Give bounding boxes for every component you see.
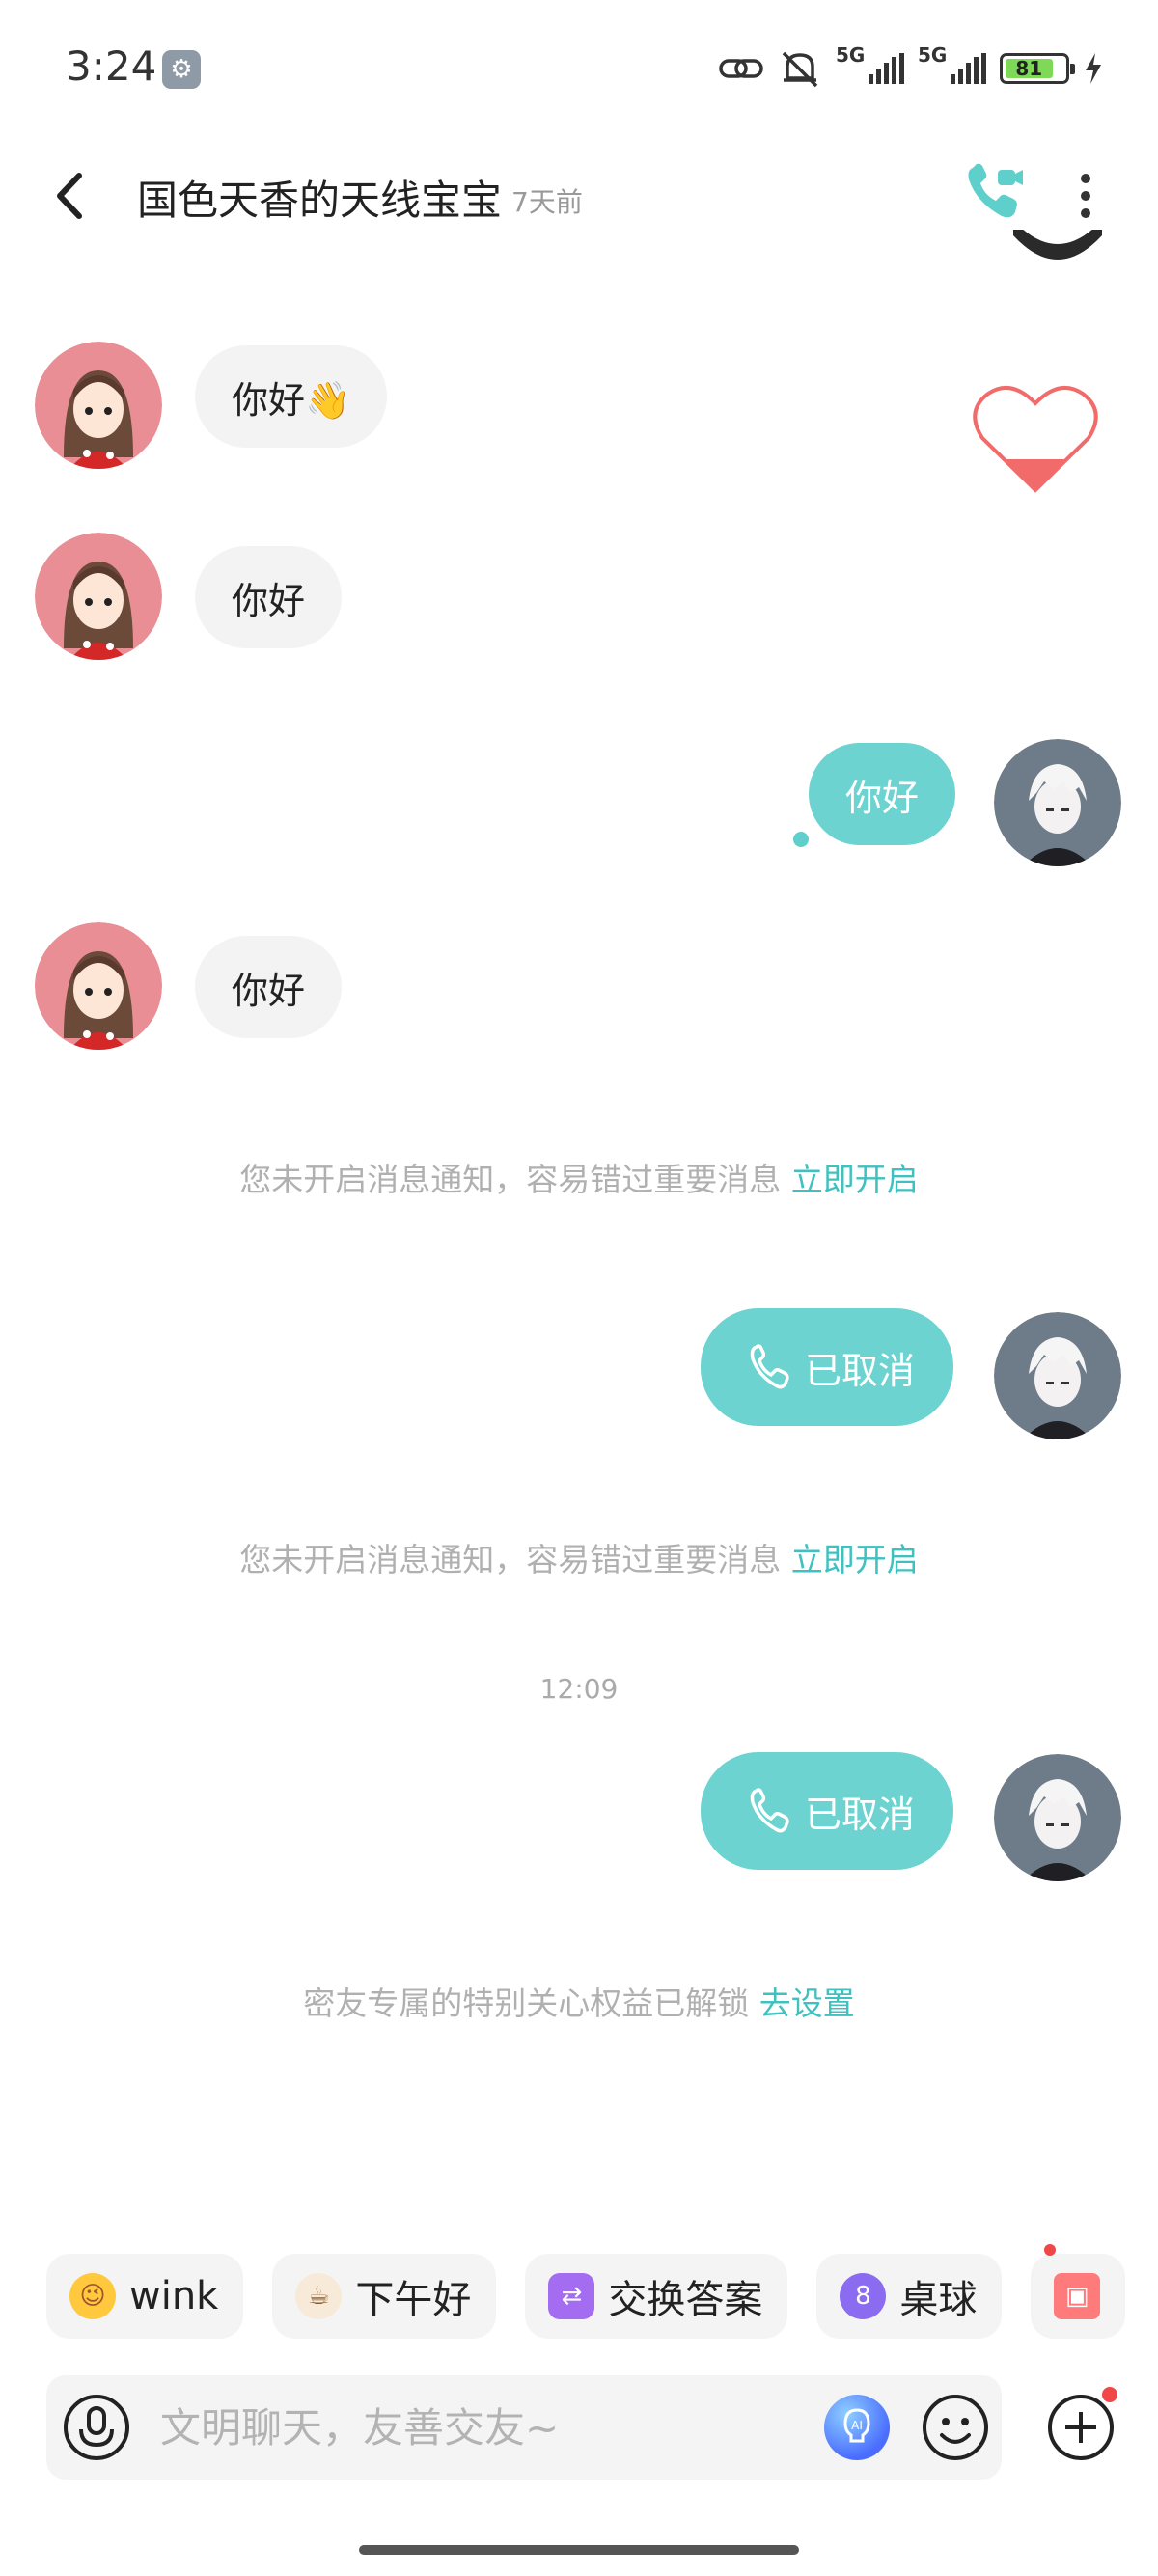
notice-text: 您未开启消息通知，容易错过重要消息 — [239, 1541, 782, 1578]
status-icons: 5G 5G 81 — [718, 43, 1104, 91]
chip-good-afternoon[interactable]: ☕ 下午好 — [272, 2254, 497, 2339]
ai-assistant-icon[interactable]: AI — [824, 2395, 890, 2460]
chip-label: 交换答案 — [608, 2278, 763, 2322]
my-avatar[interactable] — [994, 739, 1121, 866]
more-options-button[interactable] — [1062, 164, 1110, 228]
chip-label: 桌球 — [899, 2278, 978, 2322]
notice-text: 您未开启消息通知，容易错过重要消息 — [239, 1161, 782, 1198]
chat-title: 国色天香的天线宝宝 — [137, 177, 503, 224]
message-text: 你好 — [845, 776, 920, 819]
status-bar: 3:24 ⚙ 5G 5G 81 — [0, 0, 1158, 135]
message-text: 你好 — [232, 969, 306, 1012]
message-bubble-incoming[interactable]: 你好 — [195, 546, 343, 648]
contact-avatar[interactable] — [35, 922, 162, 1050]
message-input[interactable] — [160, 2395, 836, 2460]
notification-notice: 您未开启消息通知，容易错过重要消息 立即开启 — [0, 1154, 1158, 1200]
signal-1-icon: 5G — [836, 43, 904, 84]
wink-emoji-icon: 😉 — [69, 2273, 116, 2319]
enable-notification-link[interactable]: 立即开启 — [791, 1541, 919, 1578]
message-bubble-incoming[interactable]: 你好👋 — [195, 345, 388, 448]
home-indicator[interactable] — [359, 2545, 799, 2555]
mute-icon — [782, 51, 818, 88]
link-icon — [719, 59, 763, 78]
message-timestamp: 12:09 — [539, 1673, 619, 1705]
new-badge-dot — [1102, 2387, 1117, 2402]
message-input-bar: AI — [46, 2375, 1002, 2480]
emoji-icon[interactable] — [921, 2393, 990, 2462]
unread-indicator — [793, 832, 809, 847]
wrench-icon: ⚙ — [162, 50, 201, 89]
notification-notice: 您未开启消息通知，容易错过重要消息 立即开启 — [0, 1534, 1158, 1580]
call-status: 已取消 — [805, 1349, 916, 1392]
chip-billiards[interactable]: 8 桌球 — [816, 2254, 1003, 2339]
new-badge-dot — [1044, 2244, 1056, 2256]
coffee-icon: ☕ — [295, 2273, 343, 2319]
privilege-notice: 密友专属的特别关心权益已解锁 去设置 — [0, 1978, 1158, 2024]
voice-input-icon[interactable] — [62, 2393, 131, 2462]
call-status: 已取消 — [805, 1793, 916, 1836]
contact-avatar[interactable] — [35, 342, 162, 469]
call-record-bubble[interactable]: 已取消 — [701, 1308, 954, 1426]
last-seen: 7天前 — [511, 186, 583, 218]
intimacy-heart-icon[interactable] — [973, 382, 1098, 496]
enable-notification-link[interactable]: 立即开启 — [791, 1161, 919, 1198]
contact-avatar[interactable] — [35, 533, 162, 660]
phone-icon — [750, 1344, 789, 1389]
notice-text: 密友专属的特别关心权益已解锁 — [303, 1985, 750, 2022]
chip-label: 下午好 — [355, 2278, 472, 2322]
chip-exchange-answers[interactable]: ⇄ 交换答案 — [525, 2254, 788, 2339]
message-text: 你好👋 — [232, 378, 351, 422]
add-more-icon[interactable] — [1046, 2393, 1116, 2462]
gift-icon: ▣ — [1054, 2273, 1101, 2319]
chat-header: 国色天香的天线宝宝 7天前 — [0, 145, 1158, 251]
back-arrow-icon[interactable] — [42, 162, 100, 230]
call-record-bubble[interactable]: 已取消 — [701, 1752, 954, 1870]
signal-2-icon: 5G — [918, 43, 986, 84]
battery-level: 81 — [1015, 57, 1043, 80]
billiards-icon: 8 — [840, 2273, 887, 2319]
my-avatar[interactable] — [994, 1312, 1121, 1439]
chip-label: wink — [129, 2274, 219, 2318]
battery-icon: 81 — [1000, 53, 1075, 84]
svg-text:AI: AI — [851, 2419, 863, 2432]
partial-avatar — [1009, 230, 1106, 284]
message-text: 你好 — [232, 579, 306, 622]
video-call-icon[interactable] — [963, 160, 1027, 224]
exchange-icon: ⇄ — [548, 2273, 595, 2319]
message-bubble-incoming[interactable]: 你好 — [195, 936, 343, 1038]
chip-gift[interactable]: ▣ — [1031, 2254, 1126, 2339]
quick-reply-bar: 😉 wink ☕ 下午好 ⇄ 交换答案 8 桌球 ▣ — [46, 2254, 1158, 2341]
chip-wink[interactable]: 😉 wink — [46, 2254, 244, 2339]
go-settings-link[interactable]: 去设置 — [759, 1985, 855, 2022]
charging-icon — [1086, 53, 1101, 84]
status-time: 3:24 — [66, 42, 157, 90]
phone-icon — [750, 1788, 789, 1833]
message-bubble-outgoing[interactable]: 你好 — [809, 743, 956, 845]
my-avatar[interactable] — [994, 1754, 1121, 1881]
